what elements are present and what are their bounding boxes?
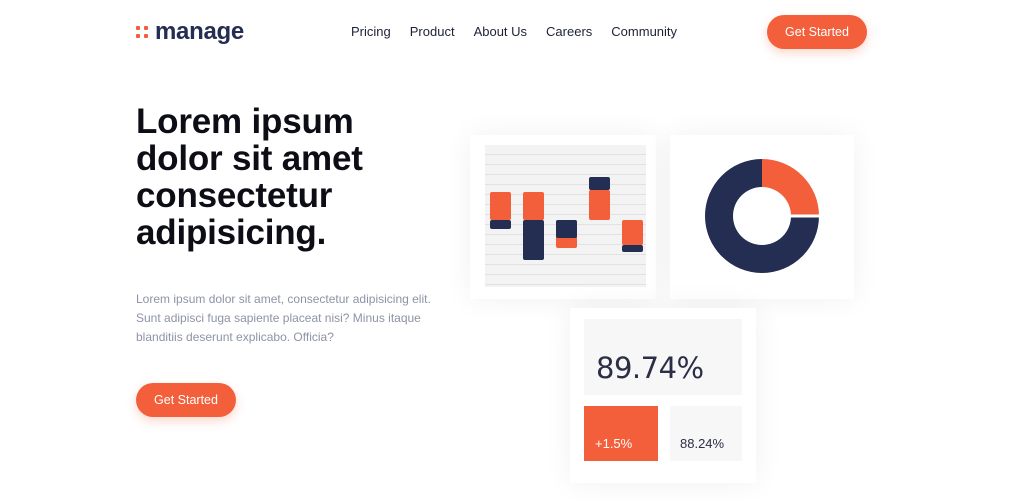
bar-chart-plot — [485, 145, 646, 287]
bar-orange-2 — [523, 192, 544, 220]
hero-get-started-button[interactable]: Get Started — [136, 383, 236, 417]
bar-navy-3 — [556, 220, 577, 238]
four-dots-logo-icon — [136, 26, 148, 38]
bar-navy-1 — [490, 220, 511, 229]
stat-main-value: 89.74% — [596, 351, 704, 385]
stat-main-tile: 89.74% — [584, 319, 742, 395]
main-nav: Pricing Product About Us Careers Communi… — [351, 24, 677, 39]
nav-item-product[interactable]: Product — [410, 24, 455, 39]
brand-name: manage — [155, 18, 244, 45]
header-get-started-button[interactable]: Get Started — [767, 15, 867, 49]
stats-card: 89.74% +1.5% 88.24% — [570, 308, 756, 483]
bar-navy-2 — [523, 220, 544, 260]
donut-chart — [705, 159, 821, 273]
donut-chart-card — [670, 135, 854, 299]
bar-orange-4 — [589, 190, 610, 220]
nav-item-pricing[interactable]: Pricing — [351, 24, 391, 39]
stat-secondary-tile: 88.24% — [670, 406, 742, 461]
bar-navy-4 — [589, 177, 610, 190]
bar-navy-5 — [622, 245, 643, 252]
stat-secondary-value: 88.24% — [680, 436, 725, 451]
bar-chart — [490, 177, 643, 260]
donut-slice-a — [762, 159, 819, 216]
bar-chart-card — [470, 135, 656, 299]
nav-item-community[interactable]: Community — [611, 24, 677, 39]
nav-item-careers[interactable]: Careers — [546, 24, 592, 39]
hero-description: Lorem ipsum dolor sit amet, consectetur … — [136, 292, 431, 344]
bar-orange-1 — [490, 192, 511, 220]
nav-item-about-us[interactable]: About Us — [474, 24, 527, 39]
bar-orange-5 — [622, 220, 643, 245]
stat-change-value: +1.5% — [595, 436, 633, 451]
stat-change-tile: +1.5% — [584, 406, 658, 461]
hero-title: Lorem ipsum dolor sit amet consectetur a… — [136, 102, 363, 252]
brand-logo[interactable]: manage — [136, 18, 244, 46]
